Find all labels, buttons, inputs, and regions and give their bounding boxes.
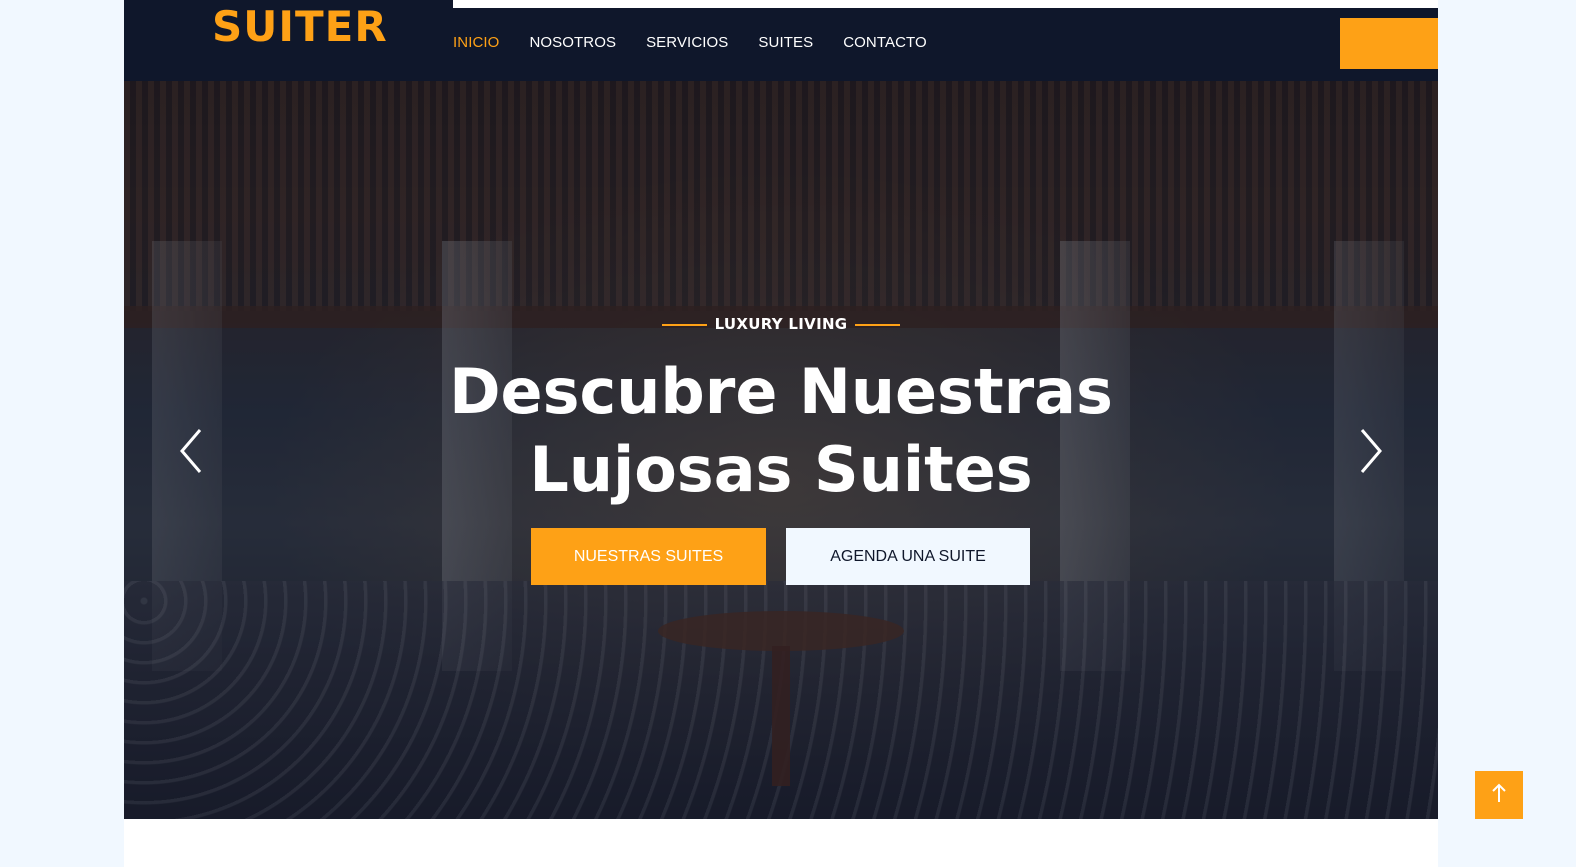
eyebrow-line-left bbox=[661, 323, 707, 326]
hero-eyebrow-text: LUXURY LIVING bbox=[714, 315, 848, 333]
main-nav: INICIO NOSOTROS SERVICIOS SUITES CONTACT… bbox=[453, 34, 957, 51]
hero-carousel: LUXURY LIVING Descubre Nuestras Lujosas … bbox=[124, 81, 1438, 819]
hero-eyebrow: LUXURY LIVING bbox=[124, 315, 1438, 333]
arrow-up-icon bbox=[1491, 782, 1507, 809]
page-container: SUITER INICIO NOSOTROS SERVICIOS SUITES … bbox=[124, 0, 1438, 867]
chevron-left-icon[interactable] bbox=[176, 426, 206, 476]
nav-item-suites[interactable]: SUITES bbox=[758, 34, 813, 51]
hero-headline-line1: Descubre Nuestras bbox=[449, 355, 1113, 428]
site-logo[interactable]: SUITER bbox=[212, 2, 388, 51]
nav-item-servicios[interactable]: SERVICIOS bbox=[646, 34, 728, 51]
nav-item-contacto[interactable]: CONTACTO bbox=[843, 34, 927, 51]
site-header: SUITER INICIO NOSOTROS SERVICIOS SUITES … bbox=[124, 0, 1438, 81]
nav-item-nosotros[interactable]: NOSOTROS bbox=[529, 34, 616, 51]
our-suites-button[interactable]: NUESTRAS SUITES bbox=[531, 528, 766, 585]
eyebrow-line-right bbox=[855, 323, 901, 326]
nav-item-inicio[interactable]: INICIO bbox=[453, 34, 499, 51]
chevron-right-icon[interactable] bbox=[1356, 426, 1386, 476]
header-action-button[interactable] bbox=[1340, 18, 1438, 69]
hero-headline-line2: Lujosas Suites bbox=[529, 433, 1033, 506]
back-to-top-button[interactable] bbox=[1475, 771, 1523, 819]
book-suite-button[interactable]: AGENDA UNA SUITE bbox=[786, 528, 1030, 585]
topbar-strip bbox=[453, 0, 1438, 8]
hero-headline: Descubre Nuestras Lujosas Suites bbox=[124, 353, 1438, 509]
